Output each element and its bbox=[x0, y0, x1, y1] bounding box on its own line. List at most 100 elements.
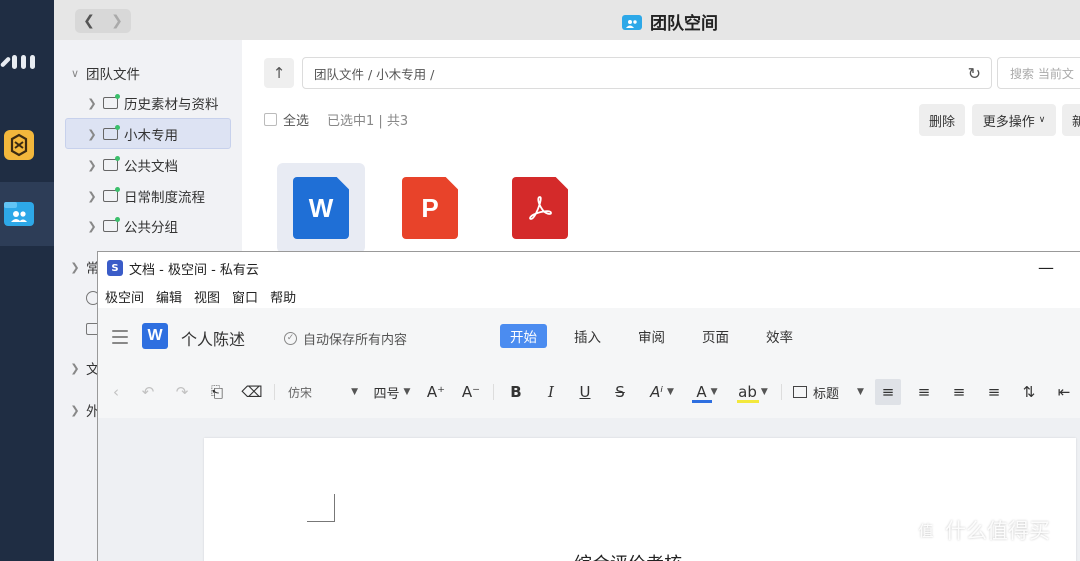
font-family-select[interactable]: 仿宋 ▼ bbox=[288, 381, 358, 403]
back-button[interactable]: ❮ bbox=[75, 9, 103, 33]
watermark-text: 什么值得买 bbox=[945, 519, 1050, 543]
underline-button[interactable]: U bbox=[575, 381, 595, 403]
sidebar-section-1[interactable]: ❯ 常 bbox=[68, 252, 99, 282]
editor-window-title: 文档 - 极空间 - 私有云 bbox=[129, 262, 259, 278]
paragraph-style-select[interactable]: 标题 ▼ bbox=[793, 381, 865, 403]
tab-home[interactable]: 开始 bbox=[500, 324, 547, 348]
file-item-word[interactable]: W bbox=[277, 163, 365, 253]
font-color-icon: A bbox=[696, 383, 707, 401]
window-title: 团队空间 bbox=[622, 9, 718, 34]
chevron-left-icon[interactable]: ‹ bbox=[108, 381, 124, 403]
redo-icon[interactable]: ↷ bbox=[172, 381, 192, 403]
chevron-right-icon: ❯ bbox=[87, 158, 97, 172]
menu-item[interactable]: 帮助 bbox=[270, 287, 296, 306]
search-input[interactable]: 搜索 当前文 bbox=[997, 57, 1080, 89]
selection-bar: 全选 已选中1 | 共3 bbox=[264, 110, 408, 129]
folder-icon bbox=[103, 156, 120, 171]
align-left-icon[interactable]: ≡ bbox=[875, 379, 901, 405]
increase-font-button[interactable]: A⁺ bbox=[425, 381, 447, 403]
up-directory-button[interactable]: ↑ bbox=[264, 58, 294, 88]
sidebar-item-public-docs[interactable]: ❯ 公共文档 bbox=[85, 150, 178, 180]
eraser-icon[interactable]: ⌫ bbox=[241, 381, 263, 403]
font-family-value: 仿宋 bbox=[288, 385, 313, 400]
delete-label: 删除 bbox=[928, 114, 955, 130]
font-color-button[interactable]: A ▼ bbox=[690, 381, 724, 403]
sidebar-item-procedures[interactable]: ❯ 日常制度流程 bbox=[85, 181, 205, 211]
folder-icon bbox=[103, 217, 120, 232]
italic-icon: I bbox=[548, 383, 554, 401]
team-folder-icon[interactable] bbox=[3, 198, 35, 230]
select-all-checkbox[interactable] bbox=[264, 113, 277, 126]
highlight-button[interactable]: ab ▼ bbox=[735, 381, 771, 403]
dock bbox=[0, 0, 54, 561]
window-title-text: 团队空间 bbox=[650, 14, 718, 34]
sidebar-item-xiaomu[interactable]: ❯ 小木专用 bbox=[85, 119, 178, 149]
decrease-font-icon: A⁻ bbox=[461, 383, 481, 401]
chevron-left-icon: ❮ bbox=[83, 13, 95, 29]
caret-down-icon: ▼ bbox=[351, 387, 358, 397]
forward-button[interactable]: ❯ bbox=[103, 9, 131, 33]
sidebar-item-label: 历史素材与资料 bbox=[124, 97, 219, 113]
sidebar-item-public-groups[interactable]: ❯ 公共分组 bbox=[85, 211, 178, 241]
chevron-right-icon: ❯ bbox=[87, 127, 97, 141]
italic-button[interactable]: I bbox=[541, 381, 561, 403]
more-actions-button[interactable]: 更多操作 ∨ bbox=[972, 104, 1056, 136]
toolbar-divider bbox=[493, 384, 494, 400]
sidebar-section-3[interactable]: ❯ 外 bbox=[68, 395, 99, 425]
pdf-file-icon bbox=[512, 177, 568, 239]
menu-item[interactable]: 视图 bbox=[194, 287, 220, 306]
align-right-icon[interactable]: ≡ bbox=[947, 381, 971, 403]
align-center-icon[interactable]: ≡ bbox=[912, 381, 936, 403]
new-button[interactable]: 新 bbox=[1062, 104, 1080, 136]
menu-item[interactable]: 编辑 bbox=[156, 287, 182, 306]
more-actions-label: 更多操作 bbox=[982, 114, 1035, 130]
toolbar-divider bbox=[274, 384, 275, 400]
folder-icon bbox=[103, 187, 120, 202]
autosave-status: ✓ 自动保存所有内容 bbox=[284, 329, 407, 348]
select-all-label[interactable]: 全选 bbox=[283, 110, 309, 129]
app-cube-icon[interactable] bbox=[3, 129, 35, 161]
caret-down-icon: ▼ bbox=[667, 387, 674, 397]
toolbar-divider bbox=[781, 384, 782, 400]
strikethrough-icon: S bbox=[615, 383, 625, 401]
chevron-right-icon: ❯ bbox=[70, 260, 80, 274]
path-text: 团队文件 / 小木专用 / bbox=[314, 66, 435, 82]
format-painter-icon[interactable]: ⎗ bbox=[206, 381, 228, 403]
text-effect-button[interactable]: Aⁱ ▼ bbox=[644, 381, 680, 403]
menu-item[interactable]: 极空间 bbox=[105, 287, 144, 306]
delete-button[interactable]: 删除 bbox=[919, 104, 965, 136]
font-size-select[interactable]: 四号 ▼ bbox=[370, 381, 414, 403]
undo-icon[interactable]: ↶ bbox=[138, 381, 158, 403]
justify-icon[interactable]: ≡ bbox=[982, 381, 1006, 403]
document-name[interactable]: 个人陈述 bbox=[181, 326, 245, 350]
indent-icon[interactable]: ⇤ bbox=[1052, 381, 1076, 403]
tab-insert[interactable]: 插入 bbox=[564, 324, 611, 348]
chevron-right-icon: ❯ bbox=[87, 219, 97, 233]
tab-review[interactable]: 审阅 bbox=[628, 324, 675, 348]
decrease-font-button[interactable]: A⁻ bbox=[460, 381, 482, 403]
document-heading[interactable]: 综合评价考核 bbox=[574, 550, 682, 561]
hamburger-menu-icon[interactable] bbox=[112, 330, 128, 344]
folder-icon bbox=[103, 125, 120, 140]
file-item-pdf[interactable] bbox=[496, 163, 584, 253]
sidebar-section-2[interactable]: ❯ 文 bbox=[68, 353, 99, 383]
refresh-icon[interactable]: ↻ bbox=[968, 64, 981, 83]
bold-button[interactable]: B bbox=[506, 381, 526, 403]
strikethrough-button[interactable]: S bbox=[610, 381, 630, 403]
tab-page[interactable]: 页面 bbox=[692, 324, 739, 348]
file-type-letter: P bbox=[421, 192, 439, 223]
folder-icon bbox=[103, 94, 120, 109]
sidebar-root-team-files[interactable]: ∨ 团队文件 bbox=[68, 58, 140, 88]
sidebar-item-history[interactable]: ❯ 历史素材与资料 bbox=[85, 88, 219, 118]
page-margin-corner bbox=[307, 494, 335, 522]
chevron-right-icon: ❯ bbox=[70, 403, 80, 417]
minimize-button[interactable]: — bbox=[1038, 258, 1054, 277]
line-spacing-icon[interactable]: ⇅ bbox=[1017, 381, 1041, 403]
sidebar-root-label: 团队文件 bbox=[86, 67, 140, 83]
autosave-text: 自动保存所有内容 bbox=[303, 333, 408, 348]
apps-grid-icon[interactable] bbox=[0, 46, 35, 78]
path-bar[interactable]: 团队文件 / 小木专用 / ↻ bbox=[302, 57, 992, 89]
file-item-ppt[interactable]: P bbox=[386, 163, 474, 253]
menu-item[interactable]: 窗口 bbox=[232, 287, 258, 306]
tab-efficiency[interactable]: 效率 bbox=[756, 324, 803, 348]
